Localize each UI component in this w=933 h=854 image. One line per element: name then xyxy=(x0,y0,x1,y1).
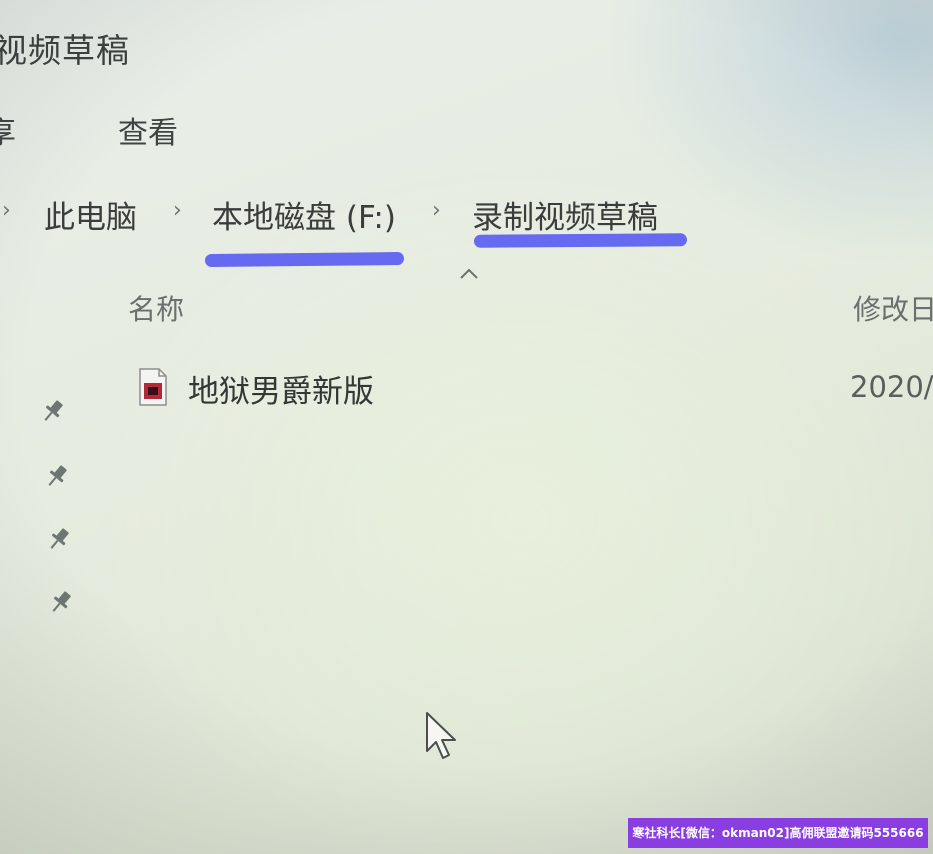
chevron-right-icon[interactable]: › xyxy=(173,198,182,223)
pin-icon[interactable] xyxy=(42,461,72,491)
pin-icon[interactable] xyxy=(38,396,68,426)
chevron-right-icon[interactable]: › xyxy=(432,198,441,223)
ribbon-tab-share[interactable]: 享 xyxy=(0,108,16,152)
window-title: 视频草稿 xyxy=(0,31,130,70)
highlight-underline-disk xyxy=(204,251,405,268)
watermark: 寒社科长[微信：okman02]高佣联盟邀请码555666 xyxy=(628,818,928,848)
column-header-modified[interactable]: 修改日 xyxy=(853,288,933,328)
breadcrumb-local-disk[interactable]: 本地磁盘 (F:) xyxy=(212,192,396,237)
sort-ascending-icon[interactable] xyxy=(458,266,480,282)
breadcrumb-this-pc[interactable]: 此电脑 xyxy=(44,192,137,237)
pin-icon[interactable] xyxy=(46,587,76,617)
ribbon-tab-view[interactable]: 查看 xyxy=(118,108,178,152)
video-file-icon xyxy=(139,368,167,406)
highlight-underline-folder xyxy=(473,233,688,248)
file-name[interactable]: 地狱男爵新版 xyxy=(188,366,374,411)
mouse-pointer-icon xyxy=(426,712,456,759)
file-modified-date: 2020/ xyxy=(850,370,933,404)
file-row[interactable]: 地狱男爵新版 2020/ xyxy=(130,360,933,420)
column-header-name[interactable]: 名称 xyxy=(128,288,184,328)
breadcrumb-current-folder[interactable]: 录制视频草稿 xyxy=(472,192,658,237)
pin-icon[interactable] xyxy=(44,524,74,554)
chevron-right-icon[interactable]: › xyxy=(2,198,11,223)
